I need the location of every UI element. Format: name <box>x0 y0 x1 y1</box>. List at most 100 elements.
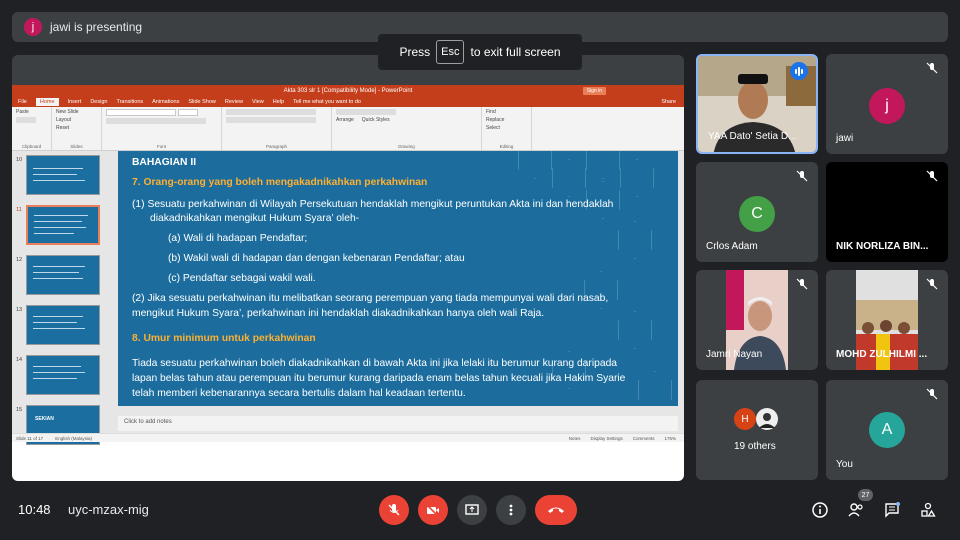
hexagon-decoration <box>586 151 620 179</box>
find-button[interactable]: Find <box>486 109 527 115</box>
new-slide-button[interactable]: New Slide <box>56 109 97 115</box>
hexagon-decoration <box>620 159 654 197</box>
slide-thumbnail[interactable]: 13 <box>12 305 112 345</box>
tab-transitions[interactable]: Transitions <box>116 99 143 105</box>
cut-tool[interactable] <box>16 117 36 123</box>
slide-number: 13 <box>15 307 23 313</box>
tab-file[interactable]: File <box>18 99 27 105</box>
tab-animations[interactable]: Animations <box>152 99 179 105</box>
font-name-box[interactable] <box>106 109 176 116</box>
thumbnail-image <box>26 205 100 245</box>
thumbnail-image <box>26 255 100 295</box>
slide-thumbnail[interactable]: 10 <box>12 155 112 195</box>
participant-tile[interactable]: YAA Dato' Setia D... <box>696 54 818 154</box>
mic-off-icon <box>926 170 938 182</box>
arrange-button[interactable]: Arrange <box>336 117 354 123</box>
participant-name: You <box>836 459 853 470</box>
participant-tile[interactable]: NIK NORLIZA BIN... <box>826 162 948 262</box>
more-options-button[interactable] <box>496 495 526 525</box>
current-slide: BAHAGIAN II 7. Orang-orang yang boleh me… <box>118 151 678 406</box>
tab-review[interactable]: Review <box>225 99 243 105</box>
item-c: (c) Pendaftar sebagai wakil wali. <box>168 273 316 284</box>
item-a: (a) Wali di hadapan Pendaftar; <box>168 233 308 244</box>
display-settings-button[interactable]: Display Settings <box>590 436 622 441</box>
others-tile[interactable]: H 19 others <box>696 380 818 480</box>
mic-off-icon <box>926 62 938 74</box>
font-size-box[interactable] <box>178 109 198 116</box>
slide-number: 10 <box>15 157 23 163</box>
presenter-avatar: j <box>24 18 42 36</box>
notes-pane[interactable]: Click to add notes <box>118 416 678 431</box>
participant-name: jawi <box>836 133 854 144</box>
mic-off-icon <box>796 278 808 290</box>
share-button[interactable]: Share <box>661 99 684 105</box>
thumbnail-caption: SEKIAN <box>35 416 54 422</box>
tab-help[interactable]: Help <box>273 99 284 105</box>
participant-name: Crlos Adam <box>706 241 758 252</box>
mic-off-icon <box>926 278 938 290</box>
ppt-workspace: 10 11 12 13 14 15 SEKIAN BAHAGIAN II 7. … <box>12 151 684 445</box>
tab-slide-show[interactable]: Slide Show <box>188 99 216 105</box>
powerpoint-window: Akta 303 slr 1 [Compatibility Mode] - Po… <box>12 85 684 481</box>
tab-home[interactable]: Home <box>35 98 59 106</box>
zoom-level[interactable]: 175% <box>664 436 676 441</box>
ppt-sign-in-button[interactable]: Sign in <box>582 87 606 95</box>
tab-insert[interactable]: Insert <box>68 99 82 105</box>
slide-thumbnail[interactable]: 12 <box>12 255 112 295</box>
present-button[interactable] <box>457 495 487 525</box>
leave-call-button[interactable] <box>535 495 577 525</box>
chat-button[interactable] <box>882 500 902 520</box>
reset-button[interactable]: Reset <box>56 125 97 131</box>
ppt-status-bar: Slide 11 of 17 English (Malaysia) Notes … <box>12 433 684 442</box>
camera-toggle-button[interactable] <box>418 495 448 525</box>
info-icon <box>812 502 828 518</box>
chat-icon <box>885 502 900 518</box>
notes-toggle[interactable]: Notes <box>569 436 581 441</box>
alignment-tools[interactable] <box>226 117 316 123</box>
participant-name: MOHD ZULHILMI ... <box>836 349 928 360</box>
tell-me-search[interactable]: Tell me what you want to do <box>293 99 361 105</box>
ppt-ribbon: Paste Clipboard New Slide Layout Reset S… <box>12 107 684 151</box>
participant-tile[interactable]: Jamri Nayan <box>696 270 818 370</box>
mic-toggle-button[interactable] <box>379 495 409 525</box>
people-button[interactable] <box>846 500 866 520</box>
mic-off-icon <box>796 170 808 182</box>
slide-thumbnail[interactable]: 14 <box>12 355 112 395</box>
tab-design[interactable]: Design <box>90 99 107 105</box>
replace-button[interactable]: Replace <box>486 117 527 123</box>
paragraph-3-line-2: lapan belas tahun atau perempuan itu ber… <box>132 373 626 384</box>
avatar: A <box>869 412 905 448</box>
select-button[interactable]: Select <box>486 125 527 131</box>
quick-styles-button[interactable]: Quick Styles <box>362 117 390 123</box>
layout-button[interactable]: Layout <box>56 117 97 123</box>
meeting-details-button[interactable] <box>810 500 830 520</box>
esc-key: Esc <box>436 40 465 64</box>
shapes-gallery[interactable] <box>336 109 396 115</box>
hexagon-decoration <box>552 159 586 197</box>
paragraph-tools[interactable] <box>226 109 316 115</box>
paragraph-2-line-2: mengikut Hukum Syara’, perkahwinan ini h… <box>132 308 545 319</box>
paragraph-3-line-1: Tiada sesuatu perkahwinan boleh diakadni… <box>132 358 618 369</box>
participant-tile[interactable]: C Crlos Adam <box>696 162 818 262</box>
ribbon-group-drawing: Arrange Quick Styles Drawing <box>332 107 482 150</box>
activities-button[interactable] <box>918 500 938 520</box>
paragraph-2-line-1: (2) Jika sesuatu perkahwinan itu melibat… <box>132 293 609 304</box>
self-tile[interactable]: A You <box>826 380 948 480</box>
participant-tile[interactable]: MOHD ZULHILMI ... <box>826 270 948 370</box>
participant-name: NIK NORLIZA BIN... <box>836 241 929 252</box>
thumbnail-image <box>26 355 100 395</box>
paste-button[interactable]: Paste <box>16 109 47 115</box>
participant-tile[interactable]: j jawi <box>826 54 948 154</box>
slide-heading: BAHAGIAN II <box>132 157 197 168</box>
paragraph-1-line-2: diakadnikahkan mengikut Hukum Syara’ ole… <box>150 213 360 224</box>
ribbon-group-clipboard: Paste Clipboard <box>12 107 52 150</box>
hexagon-decoration <box>518 151 552 179</box>
tab-view[interactable]: View <box>252 99 264 105</box>
font-format-tools[interactable] <box>106 118 206 124</box>
group-label-font: Font <box>156 144 166 149</box>
hexagon-decoration <box>638 371 672 406</box>
avatar: H <box>734 408 756 430</box>
comments-button[interactable]: Comments <box>633 436 655 441</box>
slide-thumbnail-selected[interactable]: 11 <box>12 205 112 245</box>
section-7-title: 7. Orang-orang yang boleh mengakadnikahk… <box>132 177 428 188</box>
